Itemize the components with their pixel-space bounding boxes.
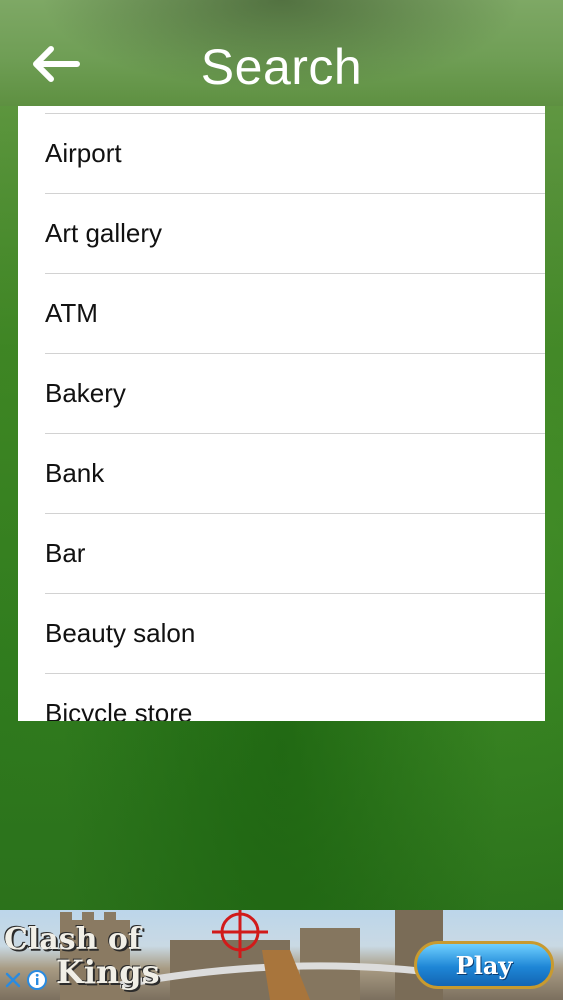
header-bar: Search — [0, 0, 563, 106]
list-item-bar[interactable]: Bar — [45, 513, 545, 593]
list-item-label: ATM — [45, 298, 98, 328]
ad-play-button[interactable]: Play — [414, 941, 554, 989]
close-icon — [5, 972, 21, 988]
place-type-list[interactable]: Airport Art gallery ATM Bakery Bank Bar … — [18, 106, 545, 721]
list-item-label: Bank — [45, 458, 105, 488]
ad-close-button[interactable] — [3, 965, 23, 995]
list-item-bakery[interactable]: Bakery — [45, 353, 545, 433]
list-item-beauty-salon[interactable]: Beauty salon — [45, 593, 545, 673]
page-title: Search — [200, 39, 363, 95]
list-item-bicycle-store[interactable]: Bicycle store — [45, 673, 545, 721]
list-item-art-gallery[interactable]: Art gallery — [45, 193, 545, 273]
list-item-airport[interactable]: Airport — [45, 113, 545, 193]
list-item-label: Bar — [45, 538, 86, 568]
list-item-bank[interactable]: Bank — [45, 433, 545, 513]
list-item-label: Art gallery — [45, 218, 163, 248]
ad-banner[interactable]: Clash of Kings Play — [0, 910, 563, 1000]
ad-info-button[interactable] — [26, 969, 48, 991]
info-icon — [27, 970, 47, 990]
list-item-label: Airport — [45, 138, 122, 168]
list-item-atm[interactable]: ATM — [45, 273, 545, 353]
list-item-label: Beauty salon — [45, 618, 196, 648]
list-item-label: Bakery — [45, 378, 126, 408]
list-item-label: Bicycle store — [45, 698, 193, 721]
